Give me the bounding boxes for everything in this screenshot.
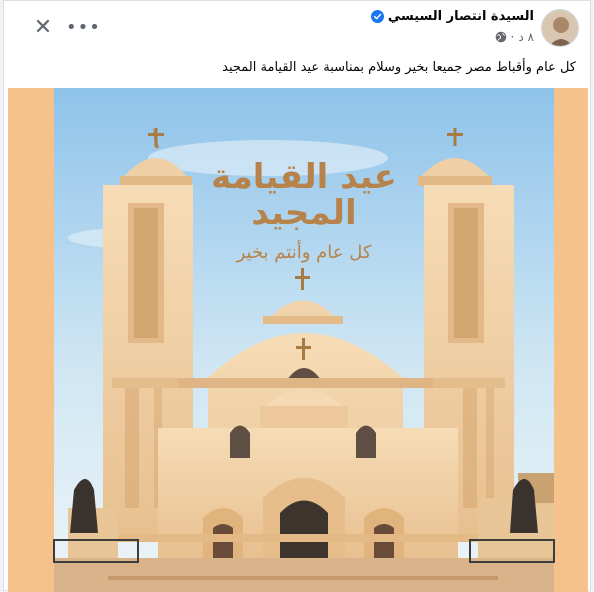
post-image[interactable]: عيد القيامة المجيد كل عام وأنتم بخير bbox=[8, 88, 588, 592]
post-meta: ٨ د · bbox=[495, 30, 534, 44]
church-illustration: عيد القيامة المجيد كل عام وأنتم بخير bbox=[8, 88, 588, 592]
image-title-line2: المجيد bbox=[251, 193, 356, 233]
author-name[interactable]: السيدة انتصار السيسي bbox=[388, 9, 534, 24]
image-title-line1: عيد القيامة bbox=[211, 157, 397, 197]
image-subtitle: كل عام وأنتم بخير bbox=[236, 240, 372, 263]
verified-badge-icon bbox=[370, 10, 384, 23]
post-timestamp[interactable]: ٨ د bbox=[518, 30, 534, 44]
avatar[interactable] bbox=[541, 9, 579, 47]
more-options-icon[interactable]: ••• bbox=[66, 15, 100, 41]
post-header: ✕ ••• السيدة انتصار السيسي ٨ د · bbox=[4, 1, 590, 57]
close-icon[interactable]: ✕ bbox=[30, 15, 56, 41]
author-row: السيدة انتصار السيسي bbox=[370, 9, 534, 24]
post-text: كل عام وأقباط مصر جميعا بخير وسلام بمناس… bbox=[222, 60, 576, 75]
post-card: ✕ ••• السيدة انتصار السيسي ٨ د · كل عام … bbox=[3, 0, 591, 592]
globe-icon bbox=[495, 31, 506, 43]
meta-separator: · bbox=[510, 30, 515, 44]
